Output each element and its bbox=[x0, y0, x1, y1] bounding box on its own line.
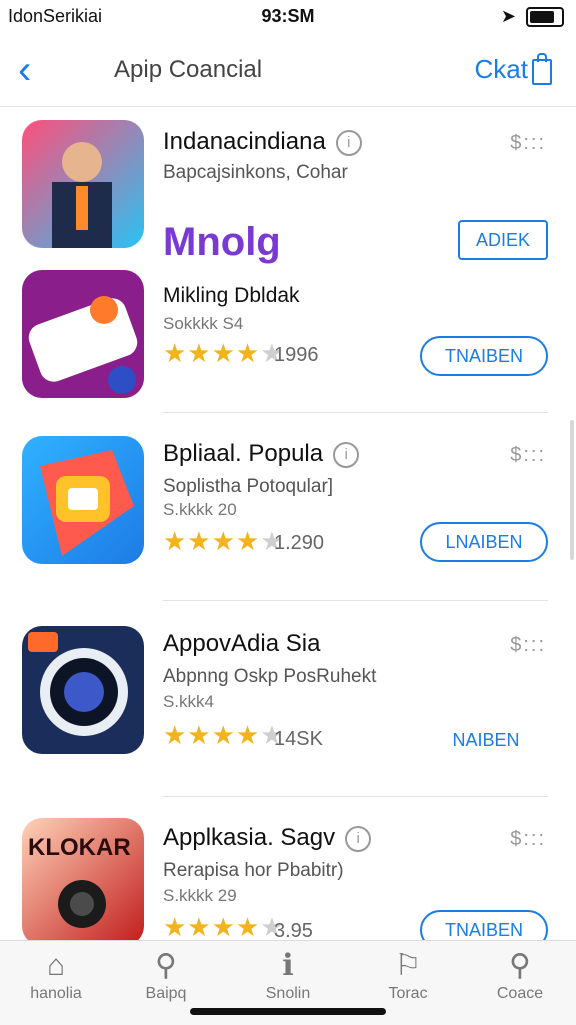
install-button[interactable]: LNAIBEN bbox=[420, 522, 548, 562]
app-name: Mikling Dbldak bbox=[163, 284, 300, 307]
search-icon: ⚲ bbox=[155, 949, 177, 982]
star-rating: ★★★★★ bbox=[163, 720, 285, 750]
review-count: 14SK bbox=[274, 728, 323, 750]
app-name: AppovAdia Sia bbox=[163, 630, 321, 657]
divider bbox=[163, 600, 548, 601]
search-icon: ⚲ bbox=[509, 949, 531, 982]
review-count: 1996 bbox=[274, 344, 319, 366]
cart-label: Ckat bbox=[474, 54, 528, 84]
info-icon[interactable]: i bbox=[333, 442, 360, 468]
info-icon[interactable]: i bbox=[335, 130, 362, 156]
divider bbox=[163, 796, 548, 797]
brand-logo: Mnolg bbox=[163, 220, 281, 264]
tab-home[interactable]: ⌂ hanolia bbox=[10, 947, 102, 1003]
price-label: $::: bbox=[510, 444, 546, 466]
get-button[interactable]: ADIEK bbox=[458, 220, 548, 260]
price-label: $::: bbox=[510, 132, 546, 154]
tab-label: Torac bbox=[388, 985, 428, 1002]
tab-updates[interactable]: ⚐ Torac bbox=[362, 947, 454, 1003]
rating-meta: S.kkkk 20 bbox=[163, 500, 237, 519]
home-indicator bbox=[190, 1008, 386, 1015]
app-icon bbox=[22, 120, 144, 248]
info-icon: ℹ bbox=[282, 949, 294, 982]
cart-button[interactable]: Ckat bbox=[474, 52, 552, 85]
tab-label: Snolin bbox=[265, 985, 311, 1002]
page-title: Apip Coancial bbox=[114, 56, 263, 83]
tab-info[interactable]: ℹ Snolin bbox=[242, 947, 334, 1003]
status-bar: IdonSerikiai 93:SM ➤ bbox=[0, 0, 576, 36]
rating-meta: S.kkk4 bbox=[163, 692, 215, 711]
app-icon bbox=[22, 626, 144, 754]
status-icons: ➤ bbox=[501, 6, 564, 27]
app-subtitle: Soplistha Potoqular] bbox=[163, 476, 334, 497]
navigation-bar: ‹ Apip Coancial Ckat bbox=[0, 36, 576, 107]
app-icon: KLOKAR bbox=[22, 818, 144, 946]
back-chevron-icon[interactable]: ‹ bbox=[18, 50, 31, 90]
rating-meta: S.kkkk 29 bbox=[163, 886, 237, 905]
review-count: 1.290 bbox=[274, 532, 325, 554]
tab-label: Coace bbox=[496, 985, 544, 1002]
shopping-bag-icon bbox=[532, 52, 552, 85]
scrollbar[interactable] bbox=[570, 420, 574, 560]
info-icon[interactable]: i bbox=[345, 826, 372, 852]
install-button[interactable]: NAIBEN bbox=[424, 722, 548, 758]
app-name: Applkasia. Sagv bbox=[163, 824, 336, 851]
app-subtitle: Abpnng Oskp PosRuhekt bbox=[163, 666, 377, 687]
star-rating: ★★★★★ bbox=[163, 912, 285, 942]
star-rating: ★★★★★ bbox=[163, 526, 285, 556]
tag-icon: ⚐ bbox=[394, 949, 422, 982]
tab-label: Baipq bbox=[145, 985, 187, 1002]
app-name: Bpliaal. Popula bbox=[163, 440, 324, 467]
price-label: $::: bbox=[510, 634, 546, 656]
star-rating: ★★★★★ bbox=[163, 338, 285, 368]
tab-search[interactable]: ⚲ Baipq bbox=[120, 947, 212, 1003]
app-subtitle: Rerapisa hor Pbabitr) bbox=[163, 860, 344, 881]
install-button[interactable]: TNAIBEN bbox=[420, 336, 548, 376]
price-label: $::: bbox=[510, 828, 546, 850]
battery-icon bbox=[526, 6, 564, 27]
app-subtitle: Bapcajsinkons, Cohar bbox=[163, 162, 348, 183]
app-name: Indanacindiana bbox=[163, 128, 326, 155]
app-icon bbox=[22, 270, 144, 398]
app-icon bbox=[22, 436, 144, 564]
rating-meta: Sokkkk S4 bbox=[163, 314, 244, 333]
house-icon: ⌂ bbox=[46, 949, 66, 982]
tab-search-2[interactable]: ⚲ Coace bbox=[474, 947, 566, 1003]
location-icon: ➤ bbox=[500, 6, 516, 26]
divider bbox=[163, 412, 548, 413]
clock-time: 93:SM bbox=[261, 6, 315, 26]
tab-label: hanolia bbox=[30, 985, 82, 1002]
